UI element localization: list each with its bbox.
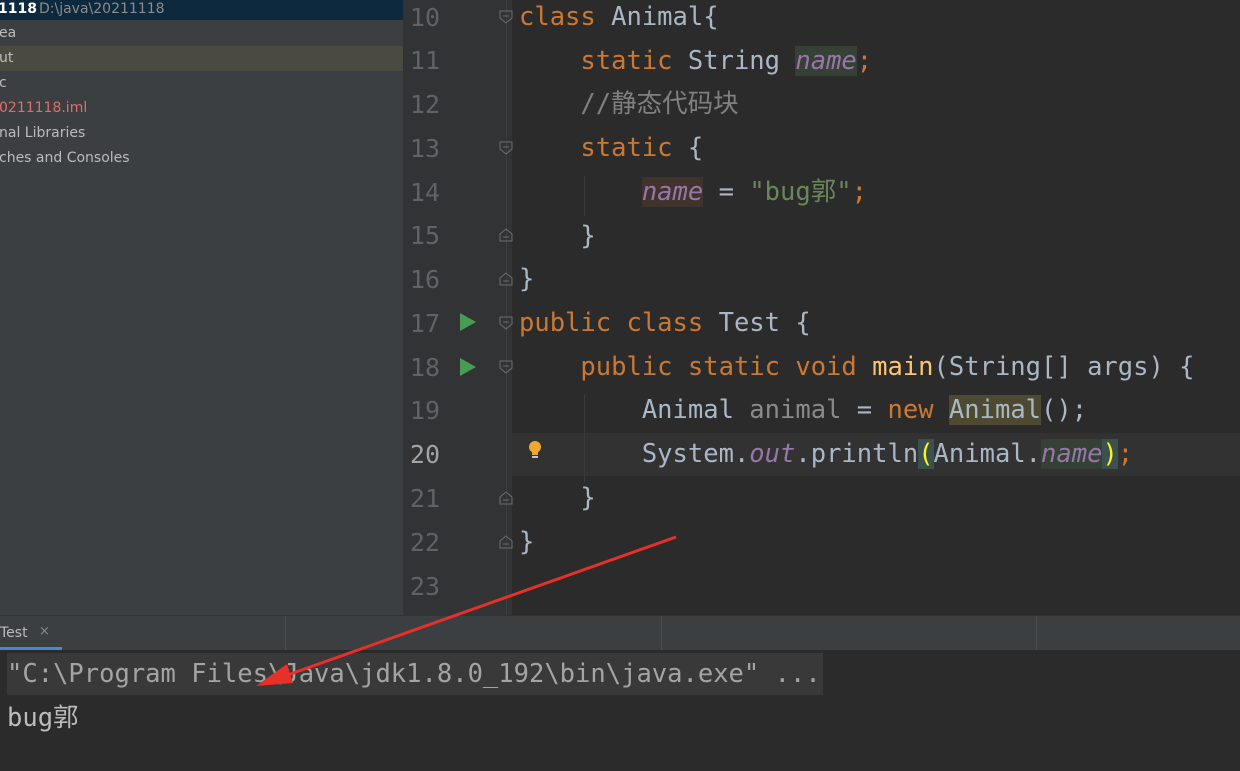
semicolon: ; [856, 46, 873, 76]
code-line-10: class Animal{ [519, 0, 719, 39]
line-number: 10 [409, 3, 440, 32]
code-line-20: System.out.println(Animal.name); [519, 432, 1133, 476]
operator: = [703, 177, 750, 207]
keyword: public class [519, 308, 704, 338]
line-number: 22 [409, 528, 440, 557]
tab-label: Test [0, 625, 28, 641]
keyword: new [887, 395, 934, 425]
tree-item-idea[interactable]: ea [0, 21, 403, 46]
line-number: 11 [409, 46, 440, 75]
line-number: 18 [409, 353, 440, 382]
code-line-14: name = "bug郭"; [519, 170, 867, 214]
line-number: 17 [409, 309, 440, 338]
line-number: 15 [409, 221, 440, 250]
tab-divider [285, 616, 286, 650]
tree-item-label: c [0, 75, 7, 91]
run-icon[interactable] [460, 313, 476, 331]
code-line-17: public class Test { [519, 301, 811, 345]
tab-divider [661, 616, 662, 650]
tab-divider [1036, 616, 1037, 650]
brace: } [580, 483, 596, 513]
class-name: Animal{ [595, 2, 719, 32]
keyword: static [580, 46, 673, 76]
field-name: name [795, 46, 857, 76]
tree-item-external-libraries[interactable]: nal Libraries [0, 121, 403, 146]
operator: = [841, 395, 888, 425]
code-line-12: //静态代码块 [519, 82, 739, 126]
tree-item-src[interactable]: c [0, 71, 403, 96]
run-icon[interactable] [460, 358, 476, 376]
console-output: bug郭 [7, 703, 79, 733]
code-line-13: static { [519, 126, 703, 170]
keyword: class [519, 2, 596, 32]
tree-item-label: ut [0, 50, 14, 66]
call-parens: (); [1041, 395, 1088, 425]
line-number: 21 [409, 484, 440, 513]
line-number: 23 [409, 572, 440, 601]
code-line-16: } [519, 257, 534, 301]
brace: } [519, 527, 535, 557]
paren-close: ) [1102, 439, 1118, 469]
editor-gutter: 10 11 12 13 14 15 16 17 18 19 20 21 22 2… [404, 0, 513, 615]
tree-item-label: 0211118.iml [0, 100, 88, 116]
brace: { [672, 133, 704, 163]
semicolon: ; [1117, 439, 1134, 469]
console-command-line[interactable]: "C:\Program Files\Java\jdk1.8.0_192\bin\… [7, 653, 823, 695]
keyword: public static void [580, 352, 857, 382]
keyword: static [580, 133, 673, 163]
run-console[interactable]: "C:\Program Files\Java\jdk1.8.0_192\bin\… [0, 650, 1240, 771]
tree-item-label: ches and Consoles [0, 150, 130, 166]
object-name: System. [641, 439, 750, 469]
class-name: Animal [948, 395, 1042, 425]
params: (String[] args) { [933, 352, 1195, 382]
project-name: 1118 [0, 1, 37, 17]
code-line-22: } [519, 520, 534, 564]
type-name: Animal [641, 395, 750, 425]
method-name: main [872, 352, 934, 382]
tree-item-label: ea [0, 25, 17, 41]
tree-item-scratches-consoles[interactable]: ches and Consoles [0, 146, 403, 171]
line-number: 14 [409, 178, 440, 207]
tree-item-iml-file[interactable]: 0211118.iml [0, 96, 403, 121]
paren-open: ( [918, 439, 934, 469]
line-number-current: 20 [409, 440, 440, 469]
code-line-18: public static void main(String[] args) { [519, 345, 1195, 389]
line-number: 19 [409, 396, 440, 425]
code-editor[interactable]: 10 11 12 13 14 15 16 17 18 19 20 21 22 2… [404, 0, 1240, 615]
project-tool-window: 1118 D:\java\20211118 ea ut c 0211118.im… [0, 0, 403, 615]
comment: //静态代码块 [580, 89, 739, 119]
class-decl: Test { [703, 308, 811, 338]
type-name: String [672, 46, 796, 76]
semicolon: ; [851, 177, 867, 207]
code-line-11: static String name; [519, 39, 872, 83]
variable-name: animal [749, 395, 842, 425]
field-name: name [1041, 439, 1103, 469]
tree-item-out[interactable]: ut [0, 46, 403, 71]
brace: } [519, 264, 535, 294]
project-path: D:\java\20211118 [39, 1, 165, 17]
code-line-15: } [519, 214, 596, 258]
method-call: .println [795, 439, 919, 469]
close-icon[interactable]: × [39, 624, 50, 639]
line-number: 16 [409, 265, 440, 294]
run-tool-window-tabbar: Test × [0, 615, 1240, 651]
indent-guide [506, 0, 507, 615]
field-name: name [641, 177, 704, 207]
field-name: out [749, 439, 796, 469]
code-line-21: } [519, 476, 596, 520]
string-literal: "bug郭" [749, 177, 852, 207]
brace: } [580, 221, 596, 251]
tree-item-label: nal Libraries [0, 125, 86, 141]
argument: Animal. [933, 439, 1042, 469]
line-number: 13 [409, 134, 440, 163]
project-root-row[interactable]: 1118 D:\java\20211118 [0, 0, 403, 20]
code-line-19: Animal animal = new Animal(); [519, 388, 1087, 432]
run-tab-test[interactable]: Test × [0, 616, 62, 650]
line-number: 12 [409, 90, 440, 119]
